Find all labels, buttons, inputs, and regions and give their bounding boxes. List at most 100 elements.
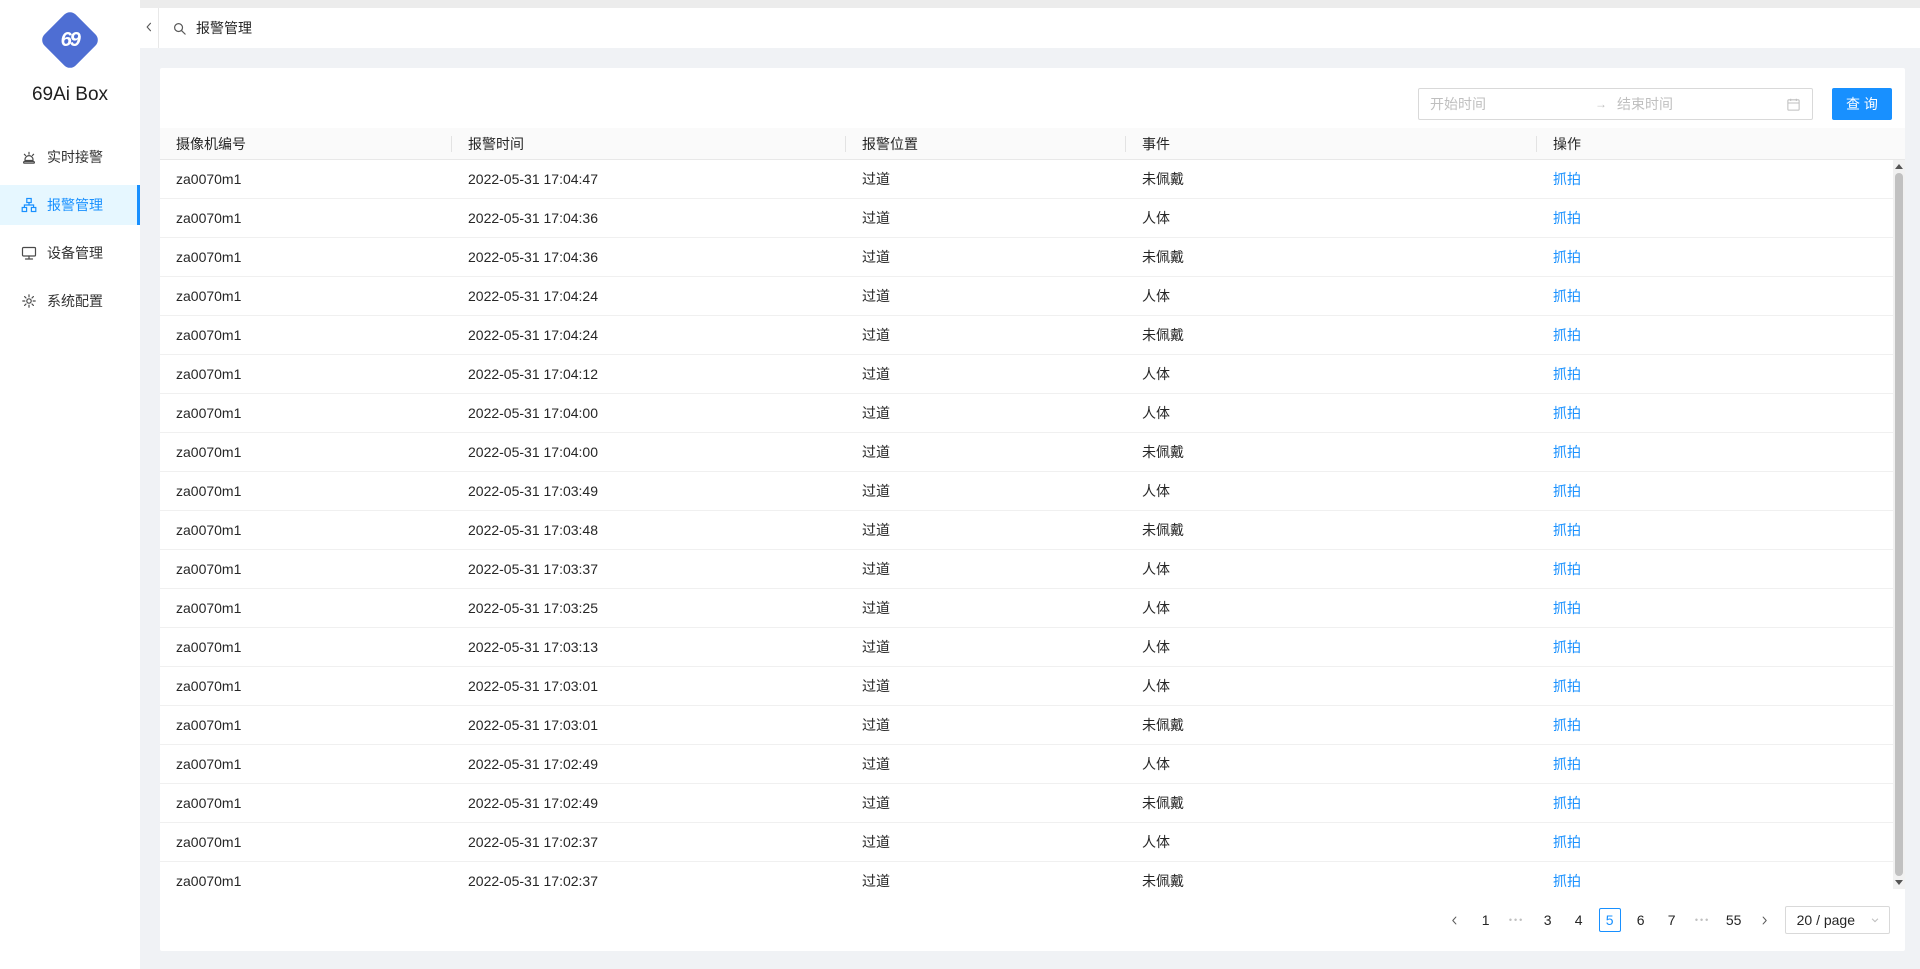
cell-alarm-location: 过道 — [846, 559, 1126, 579]
cell-action: 抓拍 — [1537, 871, 1905, 889]
column-header-action: 操作 — [1537, 128, 1905, 159]
capture-link[interactable]: 抓拍 — [1553, 522, 1581, 538]
capture-link[interactable]: 抓拍 — [1553, 795, 1581, 811]
cell-camera-id: za0070m1 — [160, 600, 452, 616]
search-icon[interactable] — [172, 21, 187, 36]
page-size-select[interactable]: 20 / page — [1785, 906, 1890, 934]
monitor-icon — [21, 245, 37, 261]
cell-camera-id: za0070m1 — [160, 522, 452, 538]
cell-alarm-location: 过道 — [846, 442, 1126, 462]
app-logo: 69 — [0, 0, 140, 62]
sidebar: 69 69Ai Box 实时接警 报警管理 设备管理 系统配置 — [0, 0, 140, 969]
capture-link[interactable]: 抓拍 — [1553, 405, 1581, 421]
cell-event: 人体 — [1126, 832, 1537, 852]
capture-link[interactable]: 抓拍 — [1553, 600, 1581, 616]
cell-camera-id: za0070m1 — [160, 483, 452, 499]
date-range-picker[interactable]: → — [1418, 88, 1813, 120]
capture-link[interactable]: 抓拍 — [1553, 756, 1581, 772]
sidebar-item-system-config[interactable]: 系统配置 — [0, 281, 140, 321]
cell-alarm-location: 过道 — [846, 598, 1126, 618]
table-row: za0070m1 2022-05-31 17:02:37 过道 未佩戴 抓拍 — [160, 862, 1905, 889]
cell-event: 未佩戴 — [1126, 169, 1537, 189]
capture-link[interactable]: 抓拍 — [1553, 639, 1581, 655]
cell-action: 抓拍 — [1537, 598, 1905, 618]
logo-diamond-icon: 69 — [39, 9, 101, 71]
sidebar-item-device-management[interactable]: 设备管理 — [0, 233, 140, 273]
table-row: za0070m1 2022-05-31 17:04:36 过道 人体 抓拍 — [160, 199, 1905, 238]
cell-event: 未佩戴 — [1126, 325, 1537, 345]
cell-alarm-time: 2022-05-31 17:04:12 — [452, 366, 846, 382]
cell-camera-id: za0070m1 — [160, 171, 452, 187]
capture-link[interactable]: 抓拍 — [1553, 717, 1581, 733]
scroll-up-button[interactable] — [1895, 164, 1903, 169]
cell-alarm-location: 过道 — [846, 637, 1126, 657]
capture-link[interactable]: 抓拍 — [1553, 444, 1581, 460]
page-button-1[interactable]: 1 — [1475, 908, 1497, 932]
cell-alarm-location: 过道 — [846, 403, 1126, 423]
chevron-left-icon — [143, 20, 155, 36]
page-button-3[interactable]: 3 — [1537, 908, 1559, 932]
capture-link[interactable]: 抓拍 — [1553, 366, 1581, 382]
page-button-7[interactable]: 7 — [1661, 908, 1683, 932]
page-button-55[interactable]: 55 — [1723, 908, 1745, 932]
cell-event: 未佩戴 — [1126, 520, 1537, 540]
table-row: za0070m1 2022-05-31 17:03:01 过道 人体 抓拍 — [160, 667, 1905, 706]
capture-link[interactable]: 抓拍 — [1553, 483, 1581, 499]
capture-link[interactable]: 抓拍 — [1553, 171, 1581, 187]
cell-action: 抓拍 — [1537, 481, 1905, 501]
query-button[interactable]: 查 询 — [1832, 88, 1892, 120]
cell-alarm-location: 过道 — [846, 208, 1126, 228]
breadcrumb: 报警管理 — [196, 18, 252, 38]
cell-alarm-time: 2022-05-31 17:04:24 — [452, 288, 846, 304]
sidebar-menu: 实时接警 报警管理 设备管理 系统配置 — [0, 137, 140, 321]
capture-link[interactable]: 抓拍 — [1553, 327, 1581, 343]
next-page-button[interactable] — [1754, 908, 1776, 932]
page-button-4[interactable]: 4 — [1568, 908, 1590, 932]
sidebar-item-alarm-management[interactable]: 报警管理 — [0, 185, 140, 225]
page-button-5[interactable]: 5 — [1599, 908, 1621, 932]
capture-link[interactable]: 抓拍 — [1553, 678, 1581, 694]
table-row: za0070m1 2022-05-31 17:03:48 过道 未佩戴 抓拍 — [160, 511, 1905, 550]
table-row: za0070m1 2022-05-31 17:03:25 过道 人体 抓拍 — [160, 589, 1905, 628]
end-time-input[interactable] — [1617, 96, 1786, 112]
app-title: 69Ai Box — [0, 84, 140, 106]
calendar-icon — [1786, 97, 1801, 112]
cell-alarm-time: 2022-05-31 17:03:01 — [452, 717, 846, 733]
table-row: za0070m1 2022-05-31 17:04:47 过道 未佩戴 抓拍 — [160, 160, 1905, 199]
capture-link[interactable]: 抓拍 — [1553, 249, 1581, 265]
cell-event: 人体 — [1126, 286, 1537, 306]
page-button-6[interactable]: 6 — [1630, 908, 1652, 932]
cell-camera-id: za0070m1 — [160, 249, 452, 265]
table-row: za0070m1 2022-05-31 17:03:49 过道 人体 抓拍 — [160, 472, 1905, 511]
cell-alarm-location: 过道 — [846, 832, 1126, 852]
start-time-input[interactable] — [1430, 96, 1595, 112]
sidebar-collapse-button[interactable] — [140, 8, 159, 48]
column-header-camera-id: 摄像机编号 — [160, 128, 452, 159]
scrollbar-thumb[interactable] — [1895, 173, 1903, 876]
cell-camera-id: za0070m1 — [160, 795, 452, 811]
capture-link[interactable]: 抓拍 — [1553, 873, 1581, 889]
gear-icon — [21, 293, 37, 309]
cell-alarm-time: 2022-05-31 17:03:48 — [452, 522, 846, 538]
cell-alarm-time: 2022-05-31 17:03:49 — [452, 483, 846, 499]
cell-event: 未佩戴 — [1126, 715, 1537, 735]
filter-bar: → 查 询 — [1418, 88, 1892, 120]
chevron-down-icon — [1870, 915, 1880, 925]
capture-link[interactable]: 抓拍 — [1553, 210, 1581, 226]
cell-action: 抓拍 — [1537, 325, 1905, 345]
cell-alarm-location: 过道 — [846, 247, 1126, 267]
capture-link[interactable]: 抓拍 — [1553, 561, 1581, 577]
sidebar-item-realtime-alerts[interactable]: 实时接警 — [0, 137, 140, 177]
prev-page-button[interactable] — [1444, 908, 1466, 932]
table-scrollbar[interactable] — [1893, 160, 1905, 889]
cell-alarm-time: 2022-05-31 17:02:37 — [452, 834, 846, 850]
capture-link[interactable]: 抓拍 — [1553, 834, 1581, 850]
cell-action: 抓拍 — [1537, 169, 1905, 189]
scroll-down-button[interactable] — [1895, 880, 1903, 885]
cell-camera-id: za0070m1 — [160, 678, 452, 694]
capture-link[interactable]: 抓拍 — [1553, 288, 1581, 304]
cell-camera-id: za0070m1 — [160, 327, 452, 343]
cell-action: 抓拍 — [1537, 247, 1905, 267]
cell-event: 人体 — [1126, 559, 1537, 579]
cell-alarm-time: 2022-05-31 17:03:13 — [452, 639, 846, 655]
